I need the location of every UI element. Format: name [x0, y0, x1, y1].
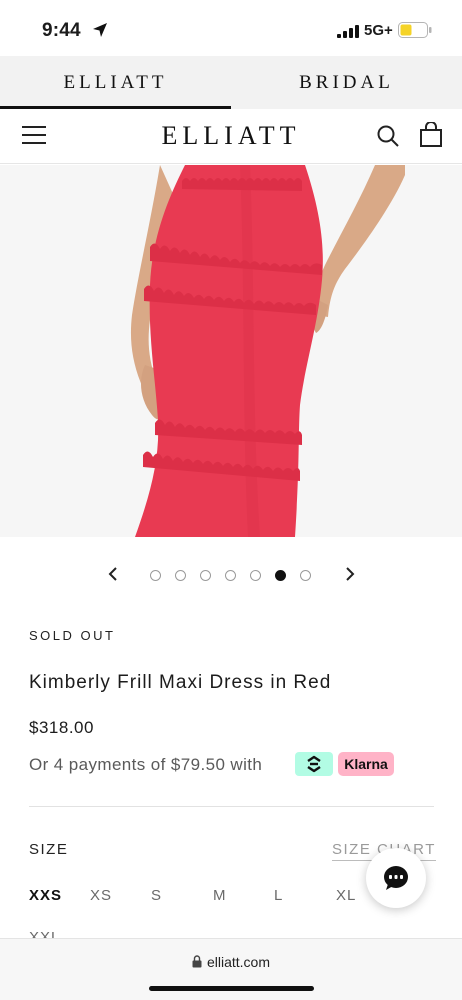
shopping-bag-icon[interactable]	[419, 121, 443, 153]
browser-address-bar[interactable]: elliatt.com	[0, 938, 462, 1000]
product-title: Kimberly Frill Maxi Dress in Red	[29, 672, 332, 693]
size-option-xl[interactable]: XL	[336, 887, 356, 904]
product-image[interactable]	[0, 165, 462, 537]
battery-icon	[398, 22, 432, 43]
site-header: ELLIATT	[0, 109, 462, 164]
status-bar: 9:44 5G+	[0, 0, 462, 56]
image-carousel-controls	[0, 562, 462, 588]
size-option-s[interactable]: S	[151, 887, 162, 904]
carousel-dot[interactable]	[275, 570, 286, 581]
home-indicator	[149, 986, 314, 991]
chevron-right-icon[interactable]	[340, 564, 360, 584]
installment-text: Or 4 payments of $79.50 with	[29, 755, 263, 774]
network-label: 5G+	[364, 22, 393, 39]
status-time: 9:44	[42, 20, 81, 41]
chevron-left-icon[interactable]	[103, 564, 123, 584]
chat-button[interactable]	[366, 848, 426, 908]
browser-url[interactable]: elliatt.com	[207, 954, 270, 970]
tab-bridal[interactable]: BRIDAL	[231, 56, 462, 109]
divider	[29, 806, 434, 807]
size-option-xxs[interactable]: XXS	[29, 887, 62, 904]
tab-elliatt[interactable]: ELLIATT	[0, 56, 231, 109]
carousel-dot[interactable]	[250, 570, 261, 581]
sold-out-label: SOLD OUT	[29, 628, 116, 643]
klarna-badge[interactable]: Klarna	[338, 752, 394, 776]
size-option-l[interactable]: L	[274, 887, 283, 904]
carousel-dot[interactable]	[200, 570, 211, 581]
carousel-dot[interactable]	[175, 570, 186, 581]
carousel-dot[interactable]	[225, 570, 236, 581]
cellular-signal-icon	[337, 25, 359, 43]
size-option-xs[interactable]: XS	[90, 887, 112, 904]
afterpay-badge[interactable]	[295, 752, 333, 776]
product-price: $318.00	[29, 718, 94, 737]
location-arrow-icon	[92, 22, 108, 43]
brand-tabs: ELLIATT BRIDAL	[0, 56, 462, 109]
carousel-dot[interactable]	[150, 570, 161, 581]
size-label: SIZE	[29, 841, 69, 858]
carousel-dot[interactable]	[300, 570, 311, 581]
lock-icon	[192, 955, 202, 971]
size-option-m[interactable]: M	[213, 887, 227, 904]
chat-bubble-icon	[384, 866, 408, 890]
search-icon[interactable]	[376, 124, 400, 153]
